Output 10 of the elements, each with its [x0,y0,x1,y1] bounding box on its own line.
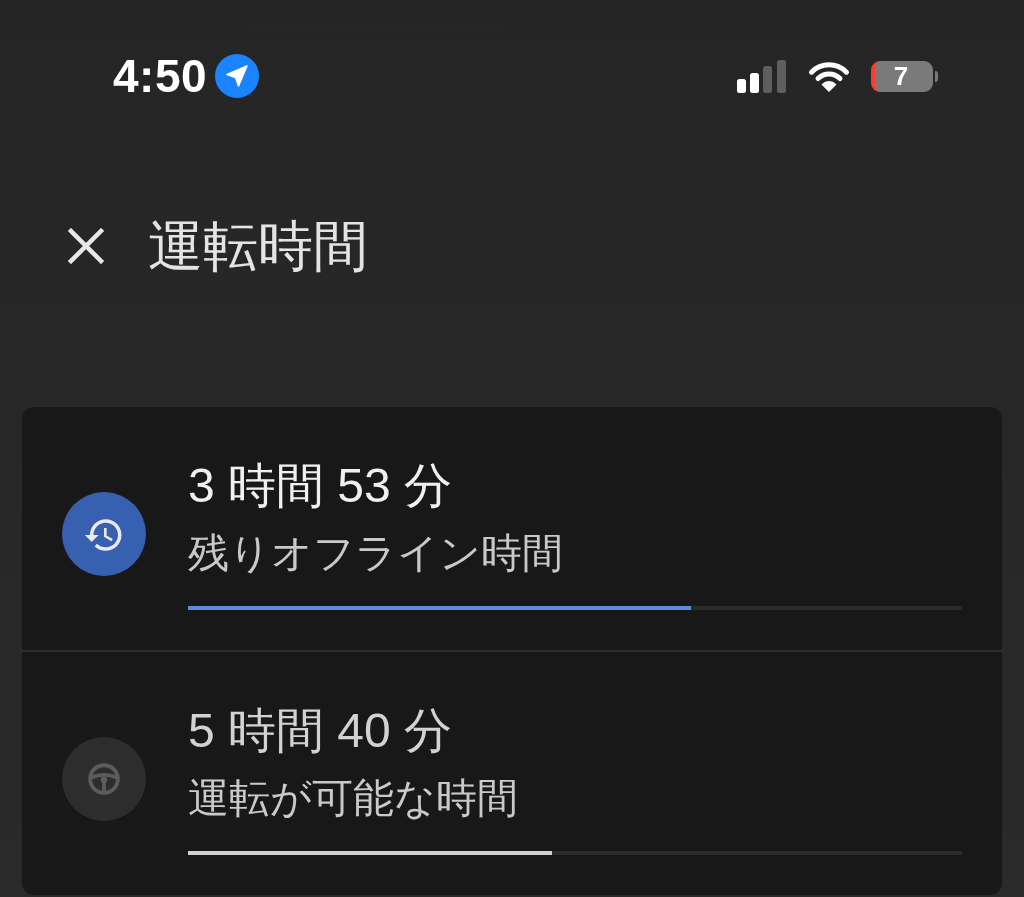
time-value: 5 時間 40 分 [188,703,454,759]
time-label: 運転が可能な時間 [188,774,519,822]
battery-percentage: 7 [893,62,909,90]
close-icon[interactable] [68,228,104,264]
time-value: 3 時間 53 分 [188,458,454,514]
signal-icon [737,59,787,93]
page-title: 運転時間 [148,214,368,279]
wifi-icon [807,60,851,92]
time-label: 残りオフライン時間 [188,529,564,577]
status-time: 4:50 [113,50,208,102]
